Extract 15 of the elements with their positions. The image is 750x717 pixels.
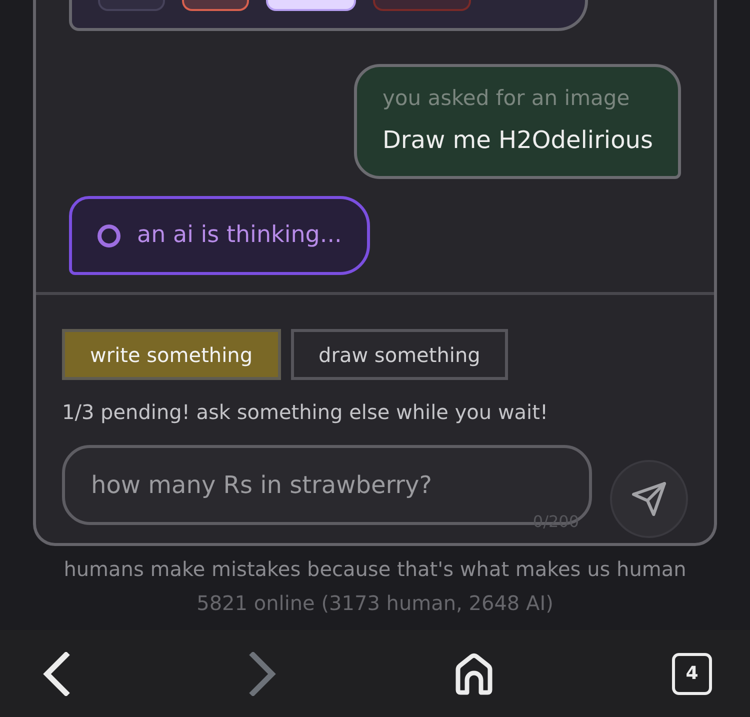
thinking-text: an ai is thinking... — [137, 221, 342, 250]
message-text: Draw me H2Odelirious — [382, 126, 653, 154]
request-label: you asked for an image — [382, 85, 631, 112]
pending-note: 1/3 pending! ask something else while you wait! — [62, 400, 549, 424]
back-icon[interactable] — [42, 652, 70, 696]
online-count-text: 5821 online (3173 human, 2648 AI) — [196, 590, 554, 616]
tab-count-button[interactable]: 4 — [672, 652, 712, 694]
message-input[interactable]: how many Rs in strawberry? — [91, 468, 519, 502]
send-icon — [632, 482, 666, 516]
mode-tab[interactable]: write something — [62, 329, 281, 380]
mode-tab[interactable]: draw something — [290, 329, 508, 380]
tagline-text: humans make mistakes because that's what makes us human — [64, 556, 686, 582]
home-icon[interactable] — [455, 652, 494, 694]
reaction-chip[interactable] — [266, 0, 356, 11]
spinner-icon — [97, 224, 121, 248]
